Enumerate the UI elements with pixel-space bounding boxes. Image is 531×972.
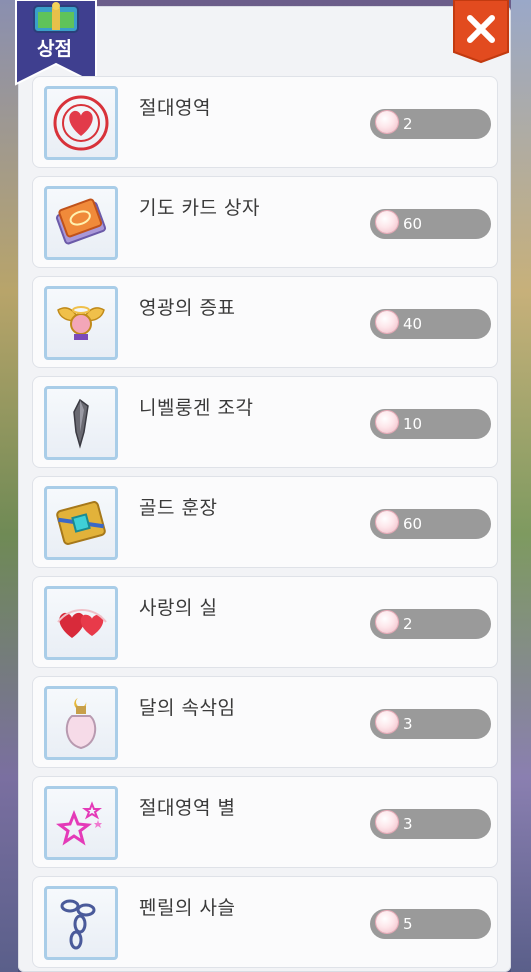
item-thumbnail <box>44 786 118 860</box>
pearl-currency-icon <box>376 411 398 433</box>
prayer-card-box-icon <box>55 198 107 245</box>
price-button[interactable]: 5 <box>370 909 491 939</box>
item-name: 달의 속삭임 <box>139 697 236 719</box>
chain-icon <box>60 899 96 950</box>
shop-item-row[interactable]: 골드 훈장 60 <box>32 476 498 568</box>
price-value: 60 <box>403 215 423 233</box>
shop-item-row[interactable]: 절대영역 별 3 <box>32 776 498 868</box>
shop-badge: 상점 <box>14 0 98 86</box>
price-value: 40 <box>403 315 423 333</box>
item-thumbnail <box>44 286 118 360</box>
price-value: 2 <box>403 115 413 133</box>
heart-thread-icon <box>57 609 107 638</box>
price-button[interactable]: 2 <box>370 609 491 639</box>
pearl-currency-icon <box>376 611 398 633</box>
shop-item-row[interactable]: 절대영역 2 <box>32 76 498 168</box>
item-thumbnail <box>44 686 118 760</box>
shard-icon <box>73 398 89 449</box>
star-icon <box>56 801 102 846</box>
price-button[interactable]: 40 <box>370 309 491 339</box>
shop-item-row[interactable]: 기도 카드 상자 60 <box>32 176 498 268</box>
shop-item-row[interactable]: 영광의 증표 40 <box>32 276 498 368</box>
price-button[interactable]: 3 <box>370 809 491 839</box>
shop-item-row[interactable]: 펜릴의 사슬 5 <box>32 876 498 968</box>
pearl-currency-icon <box>376 111 398 133</box>
item-name: 사랑의 실 <box>139 597 218 619</box>
price-button[interactable]: 2 <box>370 109 491 139</box>
item-thumbnail <box>44 486 118 560</box>
moon-bottle-icon <box>65 698 97 750</box>
background-left <box>0 0 18 972</box>
item-name: 절대영역 별 <box>139 797 236 819</box>
heart-target-icon <box>53 95 109 151</box>
item-name: 펜릴의 사슬 <box>139 897 236 919</box>
shop-item-row[interactable]: 니벨룽겐 조각 10 <box>32 376 498 468</box>
item-name: 절대영역 <box>139 97 211 119</box>
price-value: 5 <box>403 915 413 933</box>
item-name: 영광의 증표 <box>139 297 236 319</box>
item-name: 골드 훈장 <box>139 497 218 519</box>
price-button[interactable]: 60 <box>370 509 491 539</box>
item-name: 기도 카드 상자 <box>139 197 260 219</box>
price-value: 60 <box>403 515 423 533</box>
gold-medal-icon <box>56 501 106 545</box>
item-thumbnail <box>44 86 118 160</box>
price-value: 3 <box>403 715 413 733</box>
price-button[interactable]: 60 <box>370 209 491 239</box>
item-thumbnail <box>44 186 118 260</box>
shop-item-row[interactable]: 사랑의 실 2 <box>32 576 498 668</box>
close-icon <box>453 0 509 64</box>
item-thumbnail <box>44 386 118 460</box>
pearl-currency-icon <box>376 911 398 933</box>
item-thumbnail <box>44 586 118 660</box>
pearl-currency-icon <box>376 811 398 833</box>
price-button[interactable]: 10 <box>370 409 491 439</box>
pearl-currency-icon <box>376 511 398 533</box>
pearl-currency-icon <box>376 711 398 733</box>
price-button[interactable]: 3 <box>370 709 491 739</box>
price-value: 2 <box>403 615 413 633</box>
background-right <box>511 0 531 972</box>
shop-item-row[interactable]: 달의 속삭임 3 <box>32 676 498 768</box>
pearl-currency-icon <box>376 211 398 233</box>
shop-title: 상점 <box>37 38 72 60</box>
close-button[interactable] <box>452 0 510 64</box>
winged-emblem-icon <box>57 306 105 340</box>
pearl-currency-icon <box>376 311 398 333</box>
price-value: 10 <box>403 415 423 433</box>
item-thumbnail <box>44 886 118 960</box>
item-name: 니벨룽겐 조각 <box>139 397 254 419</box>
price-value: 3 <box>403 815 413 833</box>
